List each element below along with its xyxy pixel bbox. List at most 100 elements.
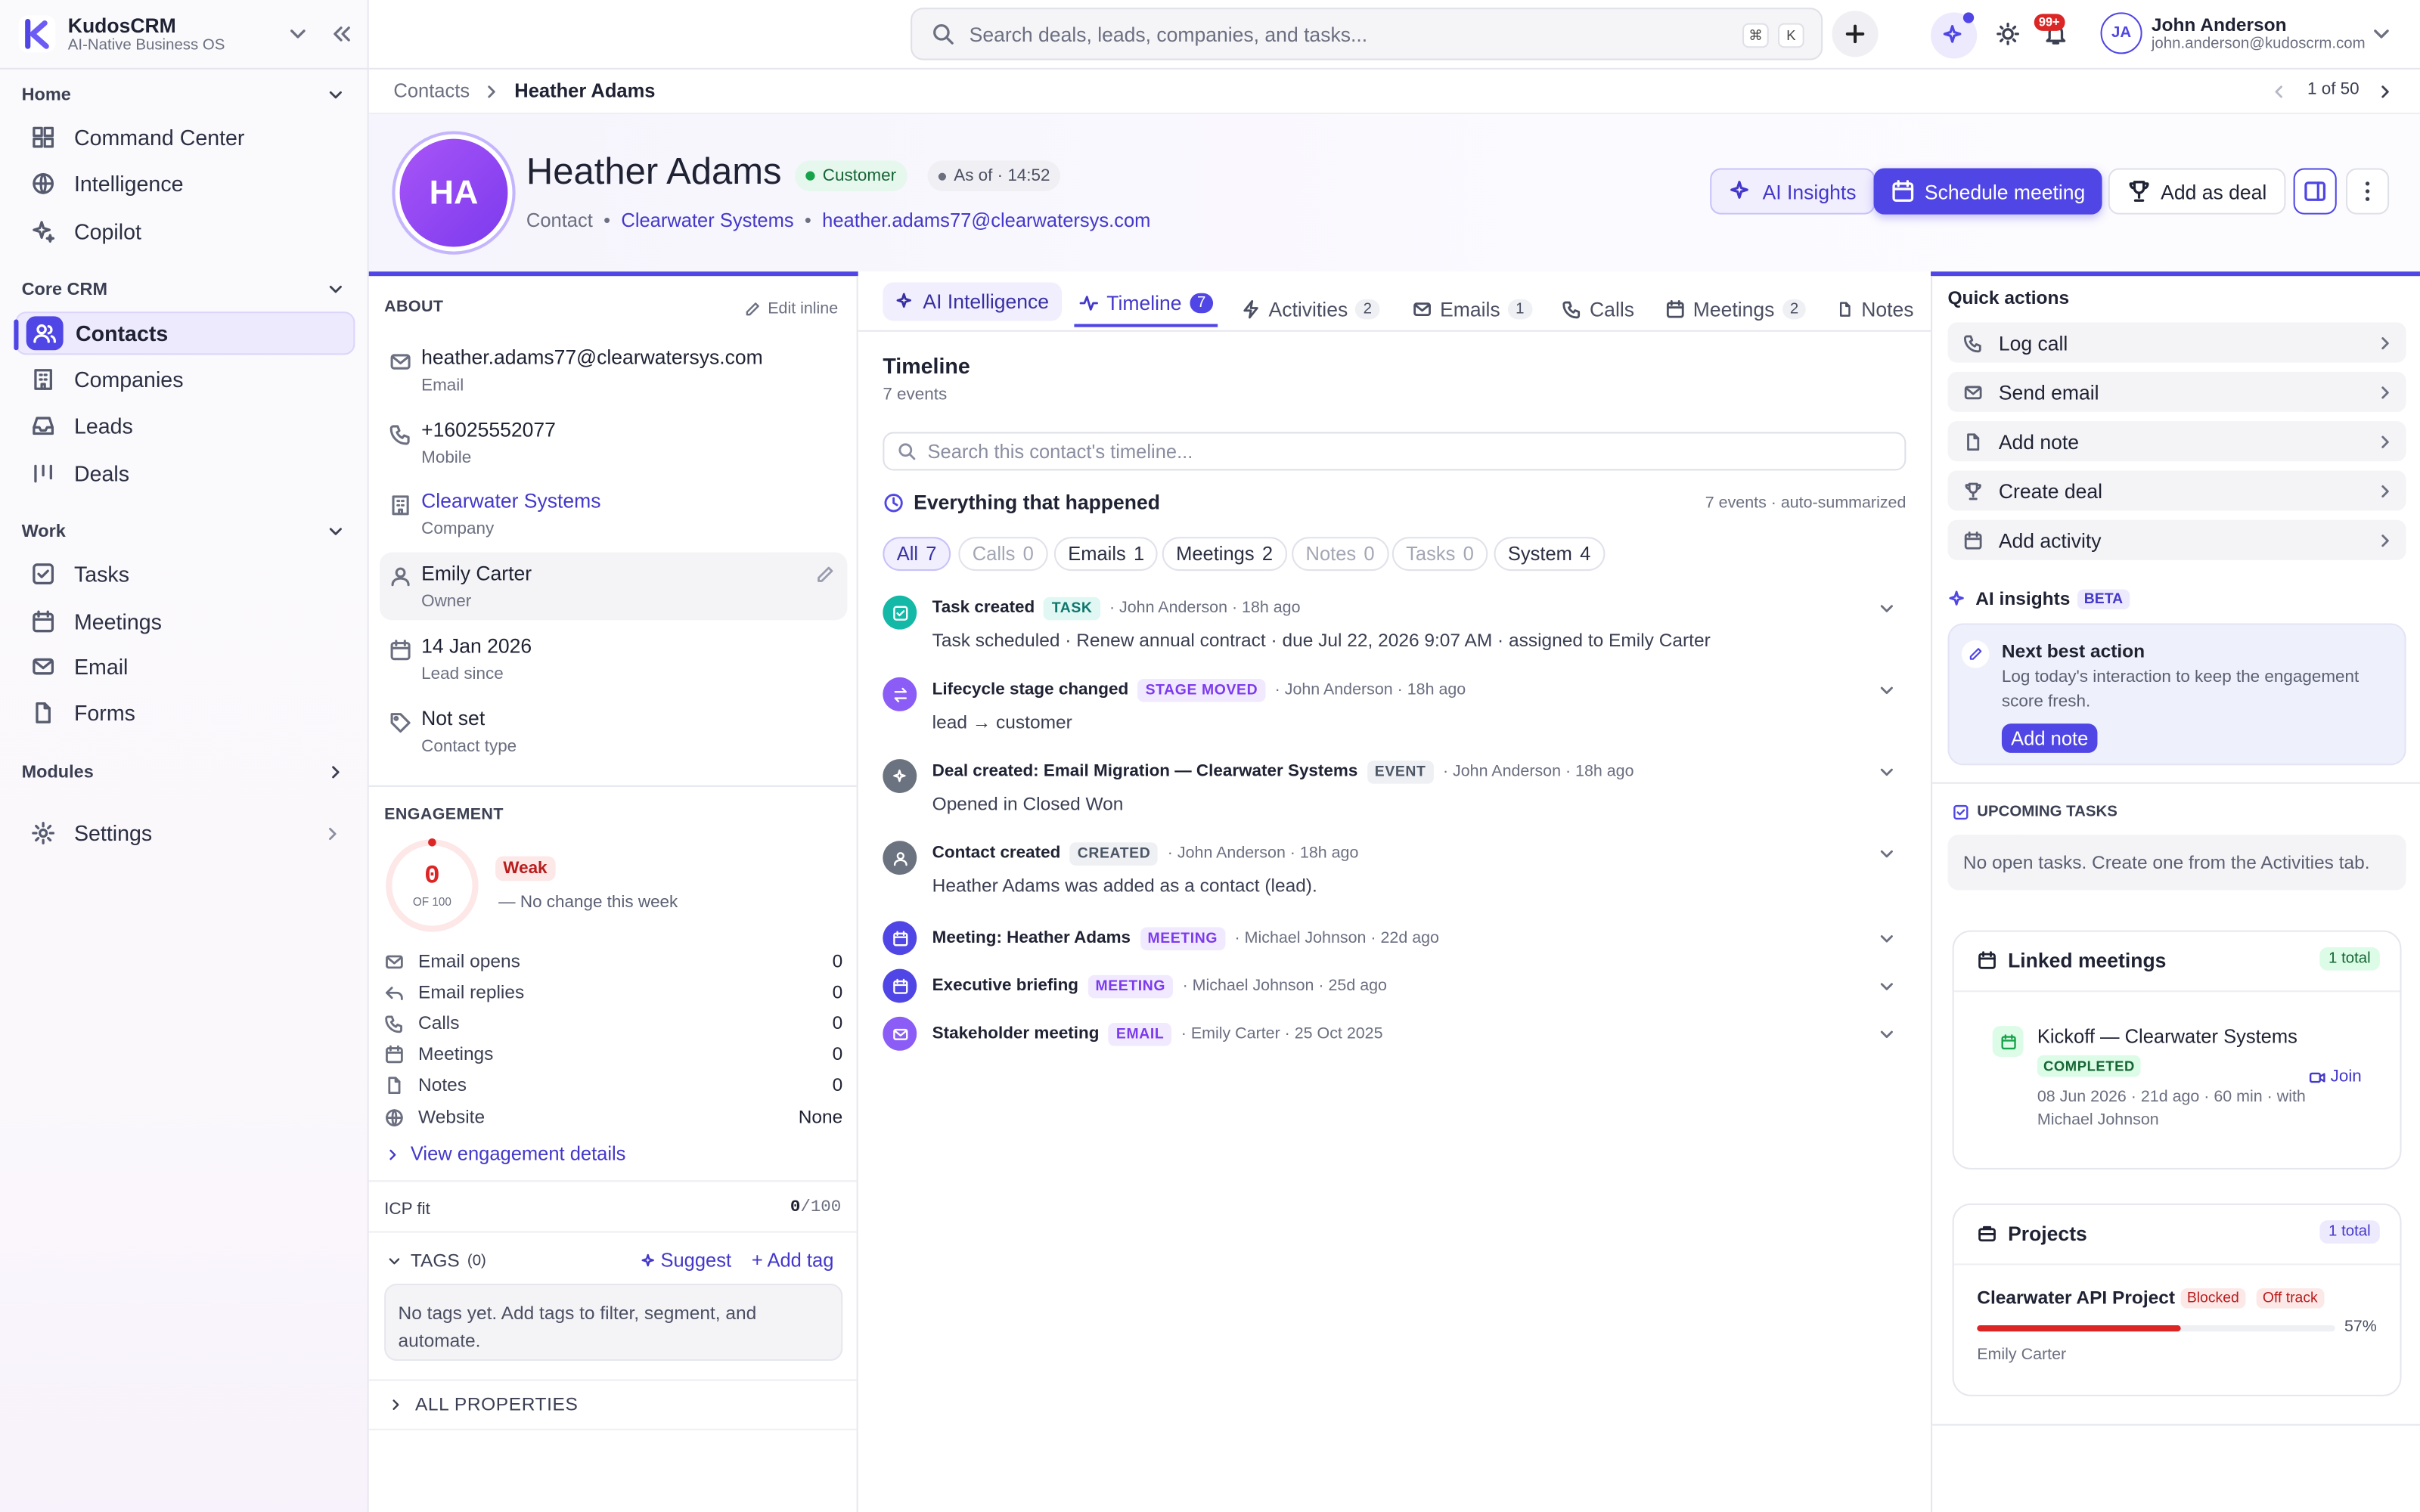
tab-ai-intelligence[interactable]: AI Intelligence [883,282,1062,321]
ai-insights-button[interactable]: AI Insights [1710,168,1875,215]
filter-all[interactable]: All 7 [883,537,951,572]
sidebar-item-contacts[interactable]: Contacts [14,311,355,355]
section-core-crm[interactable]: Core CRM [22,279,346,299]
filter-tasks[interactable]: Tasks 0 [1392,537,1488,572]
user-menu[interactable]: John Anderson john.anderson@kudoscrm.com [2152,14,2366,54]
sidebar-item-deals[interactable]: Deals [15,452,355,495]
add-tag-button[interactable]: + Add tag [752,1250,834,1272]
timeline-event[interactable]: Deal created: Email Migration — Clearwat… [883,759,1909,827]
quick-action-send-email[interactable]: Send email [1947,371,2406,412]
section-work[interactable]: Work [22,522,346,542]
field-company[interactable]: Clearwater Systems Company [384,488,847,556]
event-tag: EVENT [1367,760,1434,783]
quick-action-create-deal[interactable]: Create deal [1947,470,2406,511]
event-meta: · John Anderson · 18h ago [1109,598,1301,618]
quick-action-log-call[interactable]: Log call [1947,322,2406,363]
tab-meetings[interactable]: Meetings 2 [1665,289,1807,329]
sidebar-item-email[interactable]: Email [15,645,355,688]
timeline-event[interactable]: Executive briefing MEETING · Michael Johns… [883,968,1909,1006]
tab-timeline[interactable]: Timeline 7 [1074,282,1218,327]
user-menu-chevron-down-icon[interactable] [2369,22,2394,47]
section-home[interactable]: Home [22,85,346,105]
global-search-input[interactable]: Search deals, leads, companies, and task… [911,8,1823,60]
sparkle-icon [1949,590,1964,605]
lifecycle-status-badge[interactable]: Customer [795,160,908,192]
chevron-down-icon[interactable] [1877,762,1897,782]
filter-meetings[interactable]: Meetings 2 [1162,537,1287,572]
timeline-event[interactable]: Contact created CREATED · John Anderson · … [883,841,1909,909]
contact-company-link[interactable]: Clearwater Systems [621,210,793,232]
chevron-down-icon[interactable] [1877,680,1897,701]
filter-system[interactable]: System 4 [1494,537,1605,572]
pencil-icon[interactable] [815,565,836,585]
tags-section-toggle[interactable]: TAGS (0) [386,1250,486,1272]
timeline-search-input[interactable]: Search this contact's timeline... [883,432,1907,471]
all-properties-toggle[interactable]: ALL PROPERTIES [387,1393,578,1414]
field-owner[interactable]: Emily Carter Owner [380,552,848,621]
sidebar-item-copilot[interactable]: Copilot [15,210,355,253]
tab-notes[interactable]: Notes [1837,289,1914,329]
schedule-meeting-button[interactable]: Schedule meeting [1873,168,2102,215]
edit-inline-button[interactable]: Edit inline [745,299,838,318]
sidebar-item-leads[interactable]: Leads [15,404,355,448]
suggest-tags-button[interactable]: Suggest [641,1250,731,1272]
chevron-down-icon[interactable] [1877,1024,1897,1045]
chevron-down-icon[interactable] [1877,844,1897,864]
more-actions-button[interactable] [2346,168,2390,215]
calendar-icon [1892,180,1914,202]
chevron-down-icon[interactable] [1877,599,1897,619]
tab-activities[interactable]: Activities 2 [1241,289,1380,329]
event-title: Task created [932,598,1035,618]
sidebar-item-command-center[interactable]: Command Center [15,116,355,159]
section-modules[interactable]: Modules [22,762,346,782]
meeting-title[interactable]: Kickoff — Clearwater Systems [2037,1026,2297,1048]
collapse-sidebar-icon[interactable] [329,22,354,47]
breadcrumb-contacts[interactable]: Contacts [393,80,470,102]
toggle-panel-button[interactable] [2293,168,2337,215]
theme-toggle-sun-icon[interactable] [1996,22,2021,47]
nba-add-note-button[interactable]: Add note [2001,723,2098,753]
timeline-event[interactable]: Lifecycle stage changed STAGE MOVED · John… [883,677,1909,745]
calendar-icon [1978,951,1996,969]
filter-notes[interactable]: Notes 0 [1292,537,1388,572]
app-logo[interactable] [18,15,56,53]
view-engagement-details-link[interactable]: View engagement details [384,1143,625,1165]
sidebar-item-settings[interactable]: Settings [15,811,355,854]
engagement-row-email-replies: Email replies 0 [384,981,842,1003]
workspace-chevron-down-icon[interactable] [286,22,311,47]
chevron-down-icon[interactable] [1877,977,1897,997]
chevron-down-icon[interactable] [1877,929,1897,950]
field-email[interactable]: heather.adams77@clearwatersys.com Email [384,344,847,412]
ai-assistant-button[interactable] [1931,12,1978,59]
field-contact-type[interactable]: Not set Contact type [384,705,847,773]
timeline-event[interactable]: Task created TASK · John Anderson · 18h ag… [883,595,1909,664]
join-meeting-button[interactable]: Join [2309,1067,2362,1086]
quick-action-add-activity[interactable]: Add activity [1947,519,2406,560]
next-record-chevron-right-icon[interactable] [2375,82,2396,102]
timeline-event[interactable]: Meeting: Heather Adams MEETING · Michael J… [883,921,1909,958]
tab-emails[interactable]: Emails 1 [1412,289,1532,329]
notifications-bell-icon[interactable]: 99+ [2034,14,2068,47]
tab-calls[interactable]: Calls [1562,289,1634,329]
contact-email-link[interactable]: heather.adams77@clearwatersys.com [822,210,1150,232]
sidebar-item-tasks[interactable]: Tasks [15,553,355,596]
event-meta: · John Anderson · 18h ago [1442,762,1634,781]
event-meta: · Michael Johnson · 22d ago [1234,928,1439,948]
sidebar-item-intelligence[interactable]: Intelligence [15,162,355,205]
filter-emails[interactable]: Emails 1 [1053,537,1159,572]
sidebar-item-meetings[interactable]: Meetings [15,600,355,643]
sidebar-item-forms[interactable]: Forms [15,691,355,734]
sidebar-item-companies[interactable]: Companies [15,358,355,401]
check-square-icon [1953,804,1969,820]
field-mobile[interactable]: +16025552077 Mobile [384,417,847,485]
prev-record-chevron-left-icon[interactable] [2269,82,2289,102]
project-name[interactable]: Clearwater API Project [1977,1287,2175,1309]
user-avatar[interactable]: JA [2100,12,2142,54]
create-button[interactable] [1832,11,1879,57]
add-as-deal-button[interactable]: Add as deal [2108,168,2285,215]
filter-calls[interactable]: Calls 0 [958,537,1048,572]
field-lead-since[interactable]: 14 Jan 2026 Lead since [384,633,847,701]
upcoming-tasks-empty: No open tasks. Create one from the Activ… [1947,835,2406,891]
quick-action-add-note[interactable]: Add note [1947,421,2406,462]
timeline-event[interactable]: Stakeholder meeting EMAIL · Emily Carter ·… [883,1016,1909,1054]
